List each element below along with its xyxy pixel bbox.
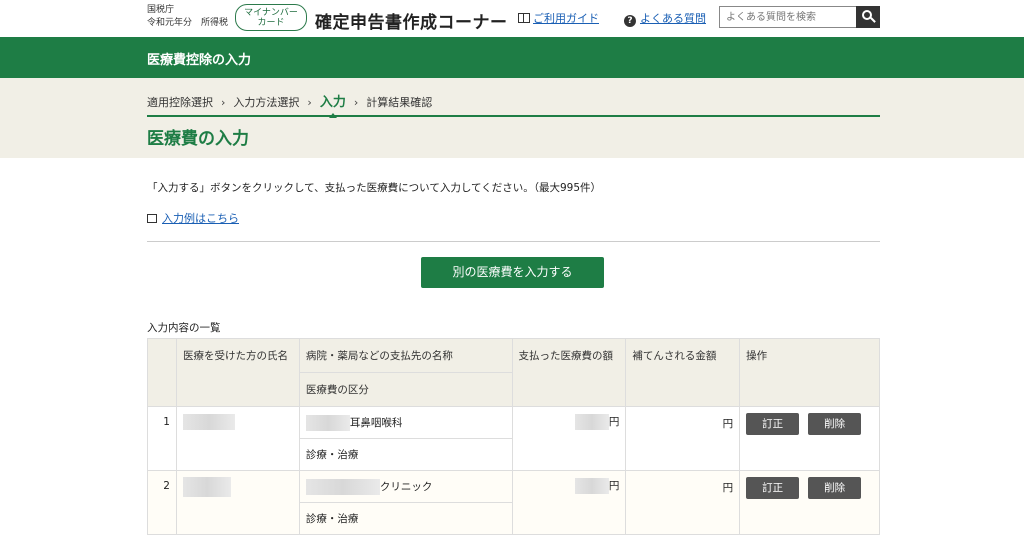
delete-button[interactable]: 削除	[808, 477, 862, 499]
chevron-right-icon: ›	[353, 96, 359, 109]
row-index: 1	[147, 406, 177, 471]
search-icon-handle	[870, 17, 876, 23]
paid-unit: 円	[608, 480, 620, 492]
header-action: 操作	[739, 338, 880, 407]
payee-cell: 耳鼻咽喉科	[298, 406, 513, 439]
guide-link[interactable]: ご利用ガイド	[518, 10, 599, 26]
redacted-name	[182, 414, 235, 430]
header-paid: 支払った医療費の額	[511, 338, 627, 407]
edit-button[interactable]: 訂正	[746, 413, 800, 435]
row-index: 2	[147, 470, 177, 535]
site-title: 確定申告書作成コーナー	[315, 13, 508, 33]
table-row: 1 耳鼻咽喉科 円 円 訂正 削除	[147, 406, 880, 471]
category-cell: 診療・治療	[298, 438, 513, 471]
chevron-right-icon: ›	[307, 96, 312, 109]
mynumber-label-1: マイナンバー	[244, 8, 298, 18]
guide-link-label: ご利用ガイド	[533, 12, 599, 25]
page-title: 医療費の入力	[147, 129, 249, 149]
header-payee: 病院・薬局などの支払先の名称	[298, 338, 513, 373]
chevron-right-icon: ›	[221, 96, 226, 109]
patient-name-cell	[175, 470, 300, 535]
payee-suffix: クリニック	[379, 480, 433, 493]
site-header: 国税庁 令和元年分 所得税 マイナンバー カード 確定申告書作成コーナー ご利用…	[0, 0, 1024, 37]
example-link-label: 入力例はこちら	[162, 212, 239, 225]
section-title: 医療費控除の入力	[147, 53, 252, 68]
step-area: 適用控除選択 › 入力方法選択 › 入力 › 計算結果確認 医療費の入力	[0, 78, 1024, 158]
edit-button[interactable]: 訂正	[746, 477, 800, 499]
step-input-method: 入力方法選択	[233, 96, 300, 109]
paid-amount-cell: 円	[511, 470, 627, 535]
step-input-current: 入力	[319, 95, 346, 110]
new-window-icon	[147, 214, 157, 223]
expense-table: 医療を受けた方の氏名 病院・薬局などの支払先の名称 支払った医療費の額 補てんさ…	[147, 338, 880, 535]
action-cell: 訂正 削除	[739, 406, 880, 471]
paid-amount-cell: 円	[511, 406, 627, 471]
redacted-amount	[574, 414, 609, 430]
mynumber-card-badge[interactable]: マイナンバー カード	[235, 4, 307, 31]
compensated-amount-cell: 円	[625, 470, 741, 535]
payee-cell: クリニック	[298, 470, 513, 503]
patient-name-cell	[175, 406, 300, 471]
mynumber-label-2: カード	[257, 18, 285, 28]
redacted-amount	[574, 478, 609, 494]
example-link[interactable]: 入力例はこちら	[147, 210, 239, 226]
divider	[147, 241, 880, 242]
add-medical-expense-button[interactable]: 別の医療費を入力する	[421, 257, 604, 288]
tax-year: 令和元年分 所得税	[147, 18, 229, 28]
table-row: 2 クリニック 円 円 訂正 削除	[147, 470, 880, 535]
header-category: 医療費の区分	[298, 372, 513, 407]
header-index	[147, 338, 177, 407]
step-applicable-deduction: 適用控除選択	[147, 96, 213, 109]
compensated-amount-cell: 円	[625, 406, 741, 471]
redacted-name	[182, 477, 231, 497]
header-compensated: 補てんされる金額	[625, 338, 741, 407]
search-button[interactable]	[856, 6, 880, 28]
breadcrumb: 適用控除選択 › 入力方法選択 › 入力 › 計算結果確認	[147, 91, 432, 110]
header-name: 医療を受けた方の氏名	[175, 338, 300, 407]
agency-label: 国税庁 令和元年分 所得税	[147, 4, 228, 30]
list-caption: 入力内容の一覧	[147, 322, 221, 334]
book-icon	[518, 13, 530, 23]
question-icon: ?	[624, 15, 636, 27]
category-cell: 診療・治療	[298, 502, 513, 535]
payee-suffix: 耳鼻咽喉科	[349, 416, 403, 429]
agency-name: 国税庁	[147, 5, 175, 15]
step-result-check: 計算結果確認	[366, 96, 433, 109]
delete-button[interactable]: 削除	[808, 413, 862, 435]
faq-link[interactable]: ? よくある質問	[624, 10, 706, 27]
faq-link-label: よくある質問	[640, 12, 706, 25]
paid-unit: 円	[608, 416, 620, 428]
redacted-payee	[305, 478, 380, 495]
action-cell: 訂正 削除	[739, 470, 880, 535]
section-band: 医療費控除の入力	[0, 37, 1024, 78]
instruction-text: 「入力する」ボタンをクリックして、支払った医療費について入力してください。（最大…	[147, 182, 602, 194]
breadcrumb-underline	[147, 115, 880, 117]
redacted-payee	[305, 414, 350, 431]
search-input[interactable]	[719, 6, 857, 28]
